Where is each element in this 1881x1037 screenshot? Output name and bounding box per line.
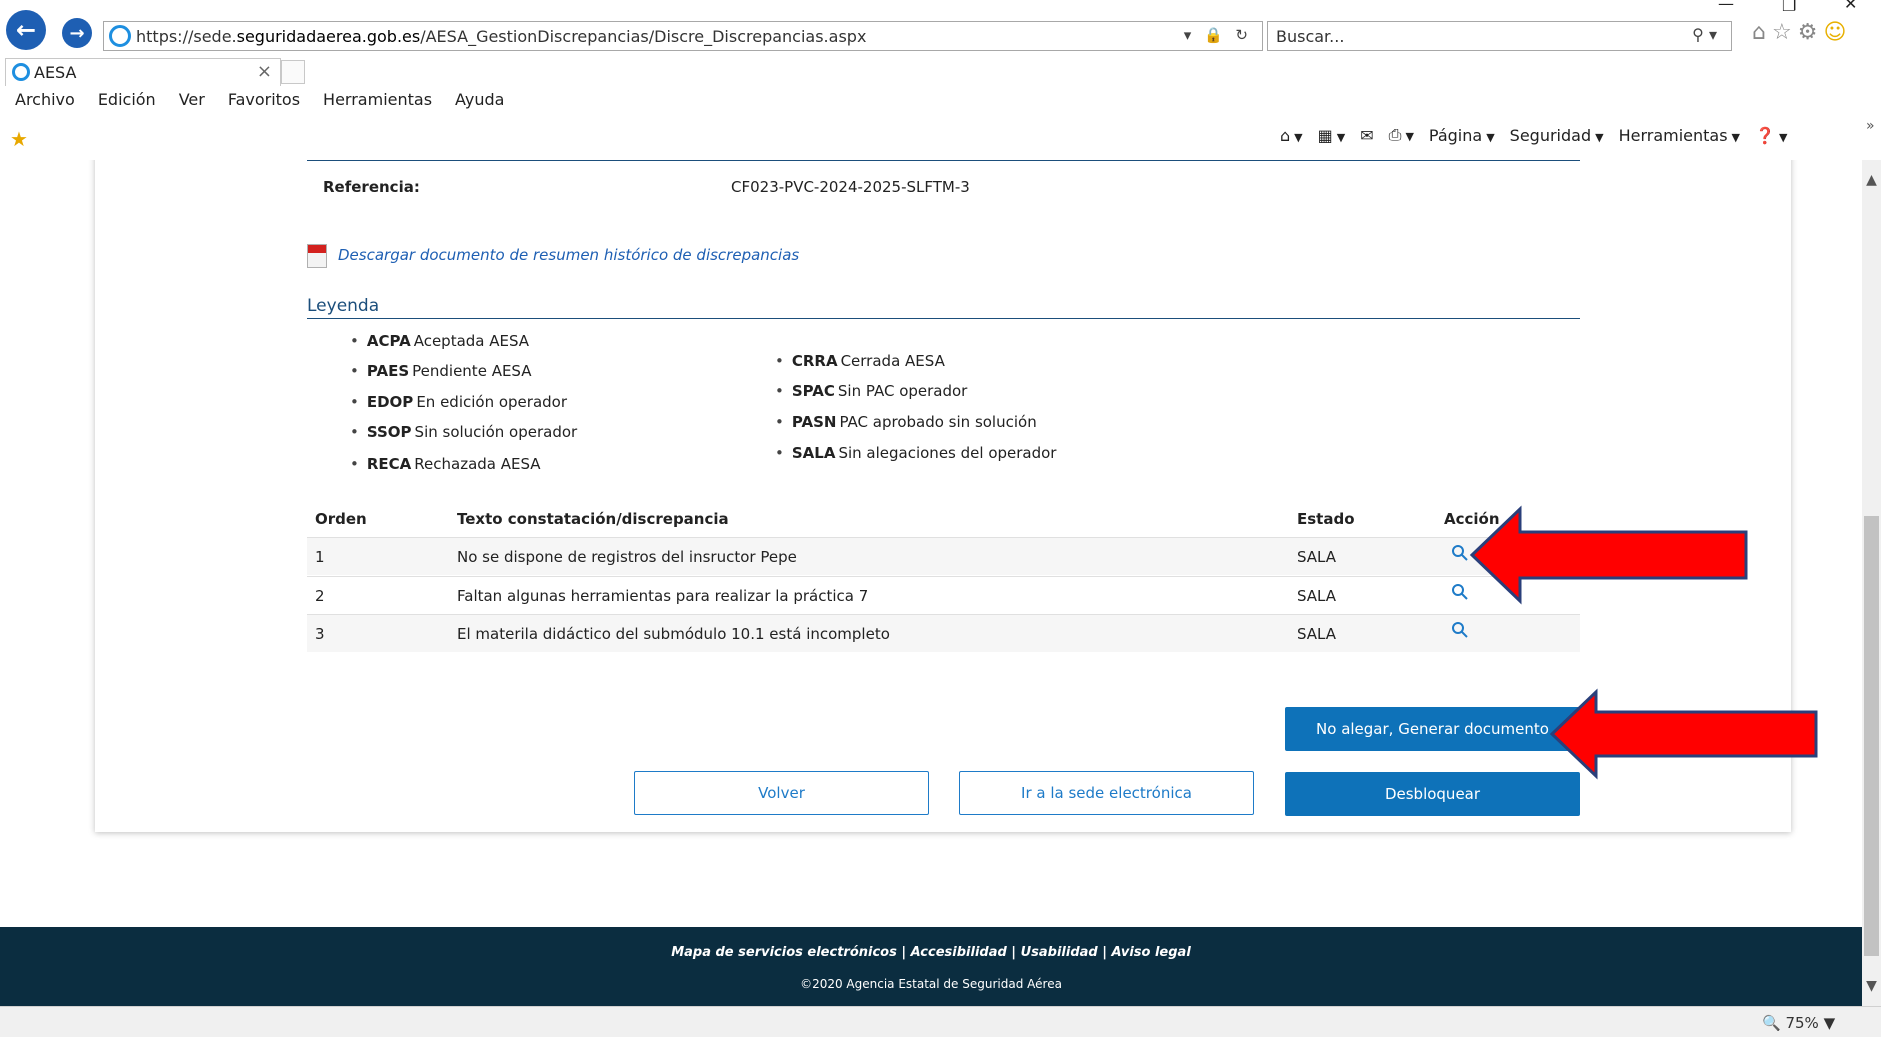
menu-herramientas[interactable]: Herramientas (323, 90, 432, 116)
legend-item-edop: EDOPEn edición operador (350, 393, 567, 411)
header-texto: Texto constatación/discrepancia (457, 510, 729, 528)
forward-icon[interactable]: → (62, 18, 92, 48)
view-magnifier-icon[interactable] (1451, 583, 1469, 603)
tab-title: AESA (34, 63, 77, 82)
herramientas-menu[interactable]: Herramientas ▼ (1619, 126, 1740, 145)
row-orden: 3 (315, 625, 325, 643)
legend-item-reca: RECARechazada AESA (350, 455, 541, 473)
legend-item-pasn: PASNPAC aprobado sin solución (775, 413, 1037, 431)
scroll-thumb[interactable] (1864, 516, 1879, 956)
close-window-icon[interactable]: ✕ (1844, 0, 1857, 13)
row-orden: 1 (315, 548, 325, 566)
home-icon[interactable]: ⌂ (1752, 20, 1772, 45)
address-bar[interactable]: https://sede.seguridadaerea.gob.es/AESA_… (103, 21, 1263, 51)
home-dropdown-icon[interactable]: ⌂ ▼ (1280, 126, 1303, 145)
help-icon[interactable]: ❓ ▼ (1755, 126, 1787, 145)
back-icon[interactable]: ← (6, 10, 46, 50)
legend-item-paes: PAESPendiente AESA (350, 362, 532, 380)
gear-icon[interactable]: ⚙ (1798, 20, 1824, 45)
legend-item-ssop: SSOPSin solución operador (350, 423, 577, 441)
row-estado: SALA (1297, 548, 1337, 566)
menu-ayuda[interactable]: Ayuda (455, 90, 504, 116)
new-tab-button[interactable] (281, 60, 305, 84)
page-viewport: Referencia: CF023-PVC-2024-2025-SLFTM-3 … (0, 160, 1862, 1006)
smiley-icon[interactable]: ☺ (1823, 20, 1852, 45)
content-card: Referencia: CF023-PVC-2024-2025-SLFTM-3 … (95, 160, 1791, 832)
search-input[interactable]: Buscar... ⚲ ▾ (1267, 21, 1732, 51)
pagina-menu[interactable]: Página ▼ (1429, 126, 1495, 145)
row-estado: SALA (1297, 625, 1337, 643)
favorites-star-icon[interactable]: ☆ (1772, 20, 1798, 45)
row-orden: 2 (315, 587, 325, 605)
legend-title: Leyenda (307, 296, 380, 316)
row-texto: Faltan algunas herramientas para realiza… (457, 587, 869, 605)
seguridad-menu[interactable]: Seguridad ▼ (1510, 126, 1604, 145)
volver-button[interactable]: Volver (634, 771, 929, 815)
footer-copyright: ©2020 Agencia Estatal de Seguridad Aérea (800, 977, 1062, 991)
menu-archivo[interactable]: Archivo (15, 90, 75, 116)
menu-ver[interactable]: Ver (179, 90, 205, 116)
url-text: https://sede.seguridadaerea.gob.es/AESA_… (136, 26, 867, 46)
legend-divider (307, 318, 1580, 319)
footer-links[interactable]: Mapa de servicios electrónicos | Accesib… (0, 945, 1862, 960)
lock-refresh-icon[interactable]: ▾ 🔒 ↻ (1184, 26, 1252, 44)
scroll-up-icon[interactable]: ▲ (1862, 172, 1881, 188)
pdf-icon (307, 244, 327, 268)
menu-edicion[interactable]: Edición (98, 90, 156, 116)
page-footer: Mapa de servicios electrónicos | Accesib… (0, 927, 1862, 1006)
print-icon[interactable]: ⎙ ▼ (1389, 125, 1414, 145)
download-history-link[interactable]: Descargar documento de resumen histórico… (338, 246, 799, 264)
status-bar: 🔍 75% ▼ (0, 1006, 1881, 1037)
header-orden: Orden (315, 510, 367, 528)
tab-aesa[interactable]: AESA × (5, 58, 281, 86)
search-icon[interactable]: ⚲ ▾ (1692, 25, 1717, 44)
view-magnifier-icon[interactable] (1451, 621, 1469, 641)
row-estado: SALA (1297, 587, 1337, 605)
view-magnifier-icon[interactable] (1451, 544, 1469, 564)
feeds-icon[interactable]: ▦ ▼ (1318, 126, 1346, 145)
no-alegar-button[interactable]: No alegar, Generar documento (1285, 707, 1580, 751)
ie-logo-icon (109, 25, 131, 47)
close-tab-icon[interactable]: × (257, 61, 272, 82)
chevron-right-icon[interactable]: » (1866, 118, 1875, 134)
zoom-control[interactable]: 🔍 75% ▼ (1762, 1014, 1835, 1032)
menu-bar: Archivo Edición Ver Favoritos Herramient… (0, 90, 512, 116)
sede-electronica-button[interactable]: Ir a la sede electrónica (959, 771, 1254, 815)
referencia-value: CF023-PVC-2024-2025-SLFTM-3 (731, 178, 970, 196)
referencia-label: Referencia: (323, 178, 420, 196)
legend-item-crra: CRRACerrada AESA (775, 352, 945, 370)
desbloquear-button[interactable]: Desbloquear (1285, 772, 1580, 816)
row-texto: El materila didáctico del submódulo 10.1… (457, 625, 890, 643)
vertical-scrollbar[interactable]: ▲ ▼ (1862, 160, 1881, 1006)
scroll-down-icon[interactable]: ▼ (1862, 978, 1881, 994)
menu-favoritos[interactable]: Favoritos (228, 90, 300, 116)
ie-tab-icon (12, 63, 30, 81)
row-texto: No se dispone de registros del insructor… (457, 548, 797, 566)
restore-icon[interactable]: ❐ (1782, 0, 1796, 15)
minimize-icon[interactable]: — (1718, 0, 1734, 13)
legend-item-acpa: ACPAAceptada AESA (350, 332, 529, 350)
browser-chrome: — ❐ ✕ ← → https://sede.seguridadaerea.go… (0, 0, 1881, 160)
command-bar: ⌂ ▼ ▦ ▼ ✉ ⎙ ▼ Página ▼ Seguridad ▼ Herramient… (1280, 125, 1802, 145)
toolbar-icons: ⌂☆⚙☺ (1752, 20, 1852, 45)
annotation-arrow-icon (1469, 505, 1748, 605)
table-row: 1 No se dispone de registros del insruct… (307, 537, 1580, 575)
section-divider (307, 160, 1580, 161)
header-estado: Estado (1297, 510, 1355, 528)
table-row: 2 Faltan algunas herramientas para reali… (307, 576, 1580, 614)
mail-icon[interactable]: ✉ (1360, 126, 1373, 145)
table-row: 3 El materila didáctico del submódulo 10… (307, 614, 1580, 652)
annotation-arrow-icon (1549, 688, 1818, 780)
legend-item-spac: SPACSin PAC operador (775, 382, 968, 400)
legend-item-sala: SALASin alegaciones del operador (775, 444, 1057, 462)
add-favorite-icon[interactable]: ★ (10, 127, 28, 151)
